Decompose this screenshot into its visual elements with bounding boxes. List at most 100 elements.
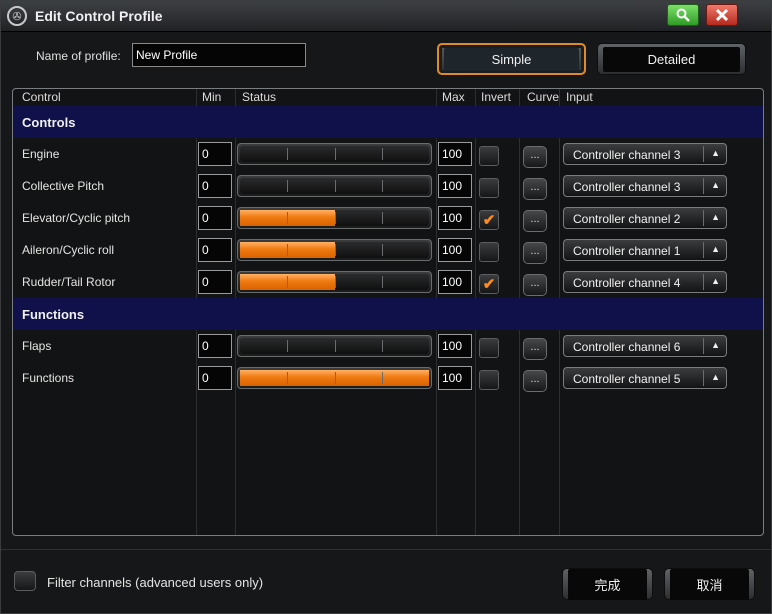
status-bar-tick <box>381 212 383 224</box>
max-input[interactable]: 100 <box>438 174 472 198</box>
ok-button[interactable]: 完成 <box>562 568 653 600</box>
profile-name-input[interactable]: New Profile <box>132 43 306 67</box>
table-row: Flaps 0 100... Controller channel 6 ▲ <box>13 330 763 362</box>
min-input[interactable]: 0 <box>198 270 232 294</box>
search-icon <box>676 8 690 22</box>
control-label: Elevator/Cyclic pitch <box>22 211 131 225</box>
status-bar-tick <box>381 340 383 352</box>
status-bar <box>237 367 432 389</box>
filter-channels-label: Filter channels (advanced users only) <box>47 575 264 590</box>
ok-button-label: 完成 <box>568 568 647 600</box>
header-curve: Curve <box>527 90 560 104</box>
status-bar <box>237 207 432 229</box>
control-label: Rudder/Tail Rotor <box>22 275 116 289</box>
invert-checkbox[interactable] <box>479 178 499 198</box>
input-channel-select[interactable]: Controller channel 2 ▲ <box>563 207 727 229</box>
select-divider <box>703 370 704 386</box>
invert-checkbox[interactable]: ✔ <box>479 210 499 230</box>
invert-checkbox[interactable] <box>479 146 499 166</box>
input-channel-select[interactable]: Controller channel 4 ▲ <box>563 271 727 293</box>
max-input[interactable]: 100 <box>438 334 472 358</box>
status-bar <box>237 175 432 197</box>
curve-button[interactable]: ... <box>523 338 547 360</box>
min-input[interactable]: 0 <box>198 238 232 262</box>
status-bar-track <box>240 178 429 194</box>
invert-checkbox[interactable] <box>479 370 499 390</box>
status-bar-tick <box>287 180 289 192</box>
cancel-button[interactable]: 取消 <box>664 568 755 600</box>
invert-checkbox[interactable]: ✔ <box>479 274 499 294</box>
input-channel-select[interactable]: Controller channel 6 ▲ <box>563 335 727 357</box>
header-status: Status <box>242 90 277 104</box>
section-label: Functions <box>22 307 85 322</box>
simple-mode-button[interactable]: Simple <box>437 43 586 75</box>
max-input[interactable]: 100 <box>438 206 472 230</box>
select-divider <box>703 274 704 290</box>
curve-button[interactable]: ... <box>523 178 547 200</box>
input-channel-value: Controller channel 3 <box>573 180 681 194</box>
min-input[interactable]: 0 <box>198 366 232 390</box>
status-bar-tick <box>334 276 336 288</box>
select-divider <box>703 242 704 258</box>
table-row: Rudder/Tail Rotor 0 100 ✔... Controller chan… <box>13 266 763 298</box>
chevron-up-icon: ▲ <box>711 276 720 286</box>
curve-button[interactable]: ... <box>523 242 547 264</box>
input-channel-value: Controller channel 5 <box>573 372 681 386</box>
curve-button[interactable]: ... <box>523 274 547 296</box>
select-divider <box>703 178 704 194</box>
status-bar <box>237 335 432 357</box>
status-bar-tick <box>381 244 383 256</box>
chevron-up-icon: ▲ <box>711 212 720 222</box>
min-input[interactable]: 0 <box>198 174 232 198</box>
control-label: Flaps <box>22 339 52 353</box>
window-title: Edit Control Profile <box>35 8 163 24</box>
max-input[interactable]: 100 <box>438 270 472 294</box>
input-channel-value: Controller channel 3 <box>573 148 681 162</box>
header-control: Control <box>22 90 61 104</box>
input-channel-select[interactable]: Controller channel 5 ▲ <box>563 367 727 389</box>
status-bar <box>237 143 432 165</box>
header-min: Min <box>202 90 222 104</box>
search-button[interactable] <box>667 4 699 26</box>
status-bar-tick <box>334 212 336 224</box>
title-bar: ✇ Edit Control Profile <box>1 1 771 32</box>
status-bar <box>237 271 432 293</box>
status-bar-tick <box>287 372 289 384</box>
status-bar-tick <box>381 180 383 192</box>
table-header <box>13 89 763 107</box>
status-bar-tick <box>287 212 289 224</box>
min-input[interactable]: 0 <box>198 206 232 230</box>
invert-checkbox[interactable] <box>479 338 499 358</box>
detailed-mode-label: Detailed <box>603 46 740 72</box>
curve-button[interactable]: ... <box>523 210 547 232</box>
invert-checkbox[interactable] <box>479 242 499 262</box>
chevron-up-icon: ▲ <box>711 372 720 382</box>
max-input[interactable]: 100 <box>438 366 472 390</box>
header-max: Max <box>442 90 465 104</box>
status-bar-tick <box>334 340 336 352</box>
input-channel-value: Controller channel 2 <box>573 212 681 226</box>
curve-button[interactable]: ... <box>523 146 547 168</box>
filter-channels-checkbox[interactable] <box>14 571 36 591</box>
checkmark-icon: ✔ <box>482 275 496 293</box>
min-input[interactable]: 0 <box>198 142 232 166</box>
input-channel-select[interactable]: Controller channel 3 ▲ <box>563 143 727 165</box>
table-row: Functions 0 100... Controller channel 5 ▲ <box>13 362 763 394</box>
status-bar-tick <box>381 276 383 288</box>
detailed-mode-button[interactable]: Detailed <box>597 43 746 75</box>
status-bar-tick <box>334 180 336 192</box>
section-header: Controls <box>13 106 763 138</box>
input-channel-select[interactable]: Controller channel 1 ▲ <box>563 239 727 261</box>
close-button[interactable] <box>706 4 738 26</box>
max-input[interactable]: 100 <box>438 142 472 166</box>
curve-button[interactable]: ... <box>523 370 547 392</box>
input-channel-select[interactable]: Controller channel 3 ▲ <box>563 175 727 197</box>
footer-divider <box>1 549 771 550</box>
control-label: Collective Pitch <box>22 179 105 193</box>
max-input[interactable]: 100 <box>438 238 472 262</box>
status-bar-tick <box>381 372 383 384</box>
section-label: Controls <box>22 115 76 130</box>
control-label: Functions <box>22 371 75 385</box>
min-input[interactable]: 0 <box>198 334 232 358</box>
status-bar-track <box>240 210 429 226</box>
